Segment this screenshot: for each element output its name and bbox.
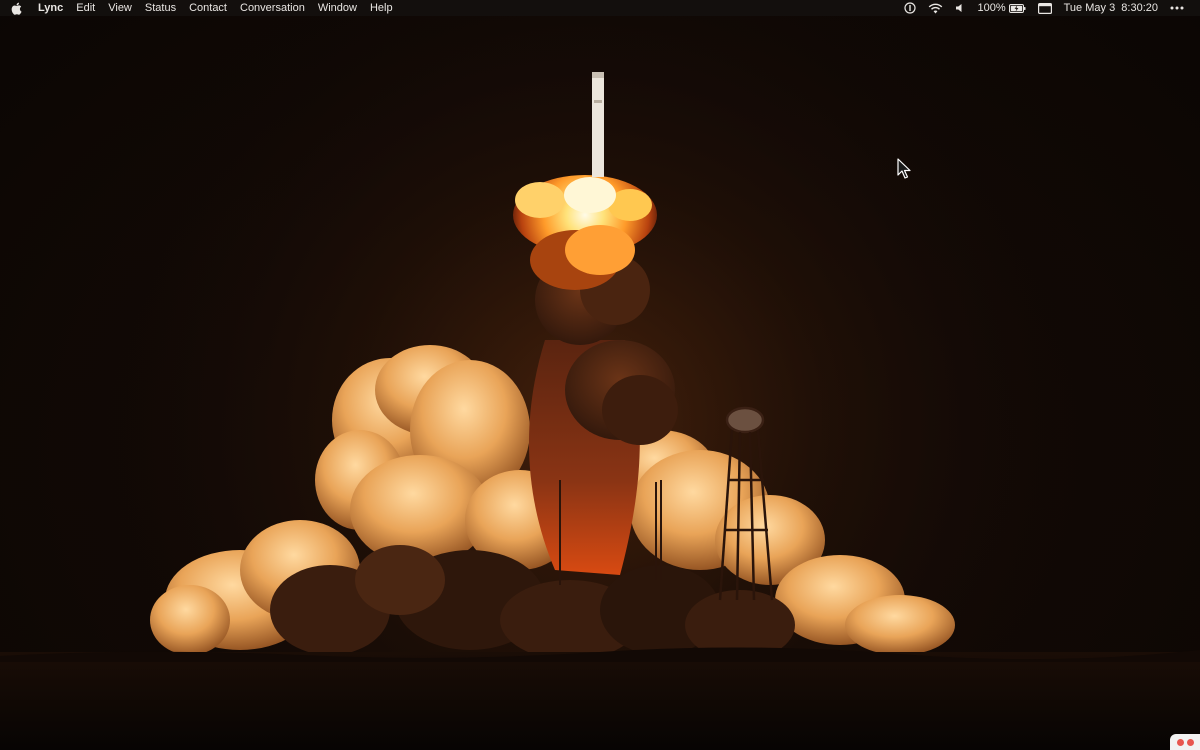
menu-status[interactable]: Status [138,0,182,16]
ground [0,652,1200,750]
volume-icon[interactable] [949,0,971,16]
more-dots-icon[interactable] [1164,0,1190,16]
battery-percent: 100% [977,2,1006,14]
menu-bar-left: Lync Edit View Status Contact Conversati… [0,0,399,16]
menu-app-lync[interactable]: Lync [32,0,70,16]
menu-bar: Lync Edit View Status Contact Conversati… [0,0,1200,16]
clock-datetime[interactable]: Tue May 3 8:30:20 [1058,0,1164,16]
menu-bar-status-area: 100% Tue May 3 8:30:20 [898,0,1200,16]
battery-status[interactable]: 100% [971,0,1031,16]
wifi-icon[interactable] [922,0,949,16]
info-icon[interactable] [898,0,922,16]
menu-contact[interactable]: Contact [183,0,234,16]
apple-logo-icon[interactable] [0,0,32,16]
badge-dot-2 [1186,738,1194,746]
window-icon[interactable] [1032,0,1058,16]
rocket [592,72,604,177]
menu-view[interactable]: View [102,0,139,16]
battery-charging-icon [1008,3,1026,13]
menu-help[interactable]: Help [363,0,399,16]
wallpaper-rocket-explosion [0,16,1200,750]
menu-conversation[interactable]: Conversation [234,0,312,16]
badge-dot-1 [1176,738,1184,746]
menu-edit[interactable]: Edit [70,0,102,16]
corner-notification-badge[interactable] [1170,734,1200,750]
mouse-pointer-icon [897,158,911,179]
desktop: Lync Edit View Status Contact Conversati… [0,0,1200,750]
menu-window[interactable]: Window [311,0,363,16]
